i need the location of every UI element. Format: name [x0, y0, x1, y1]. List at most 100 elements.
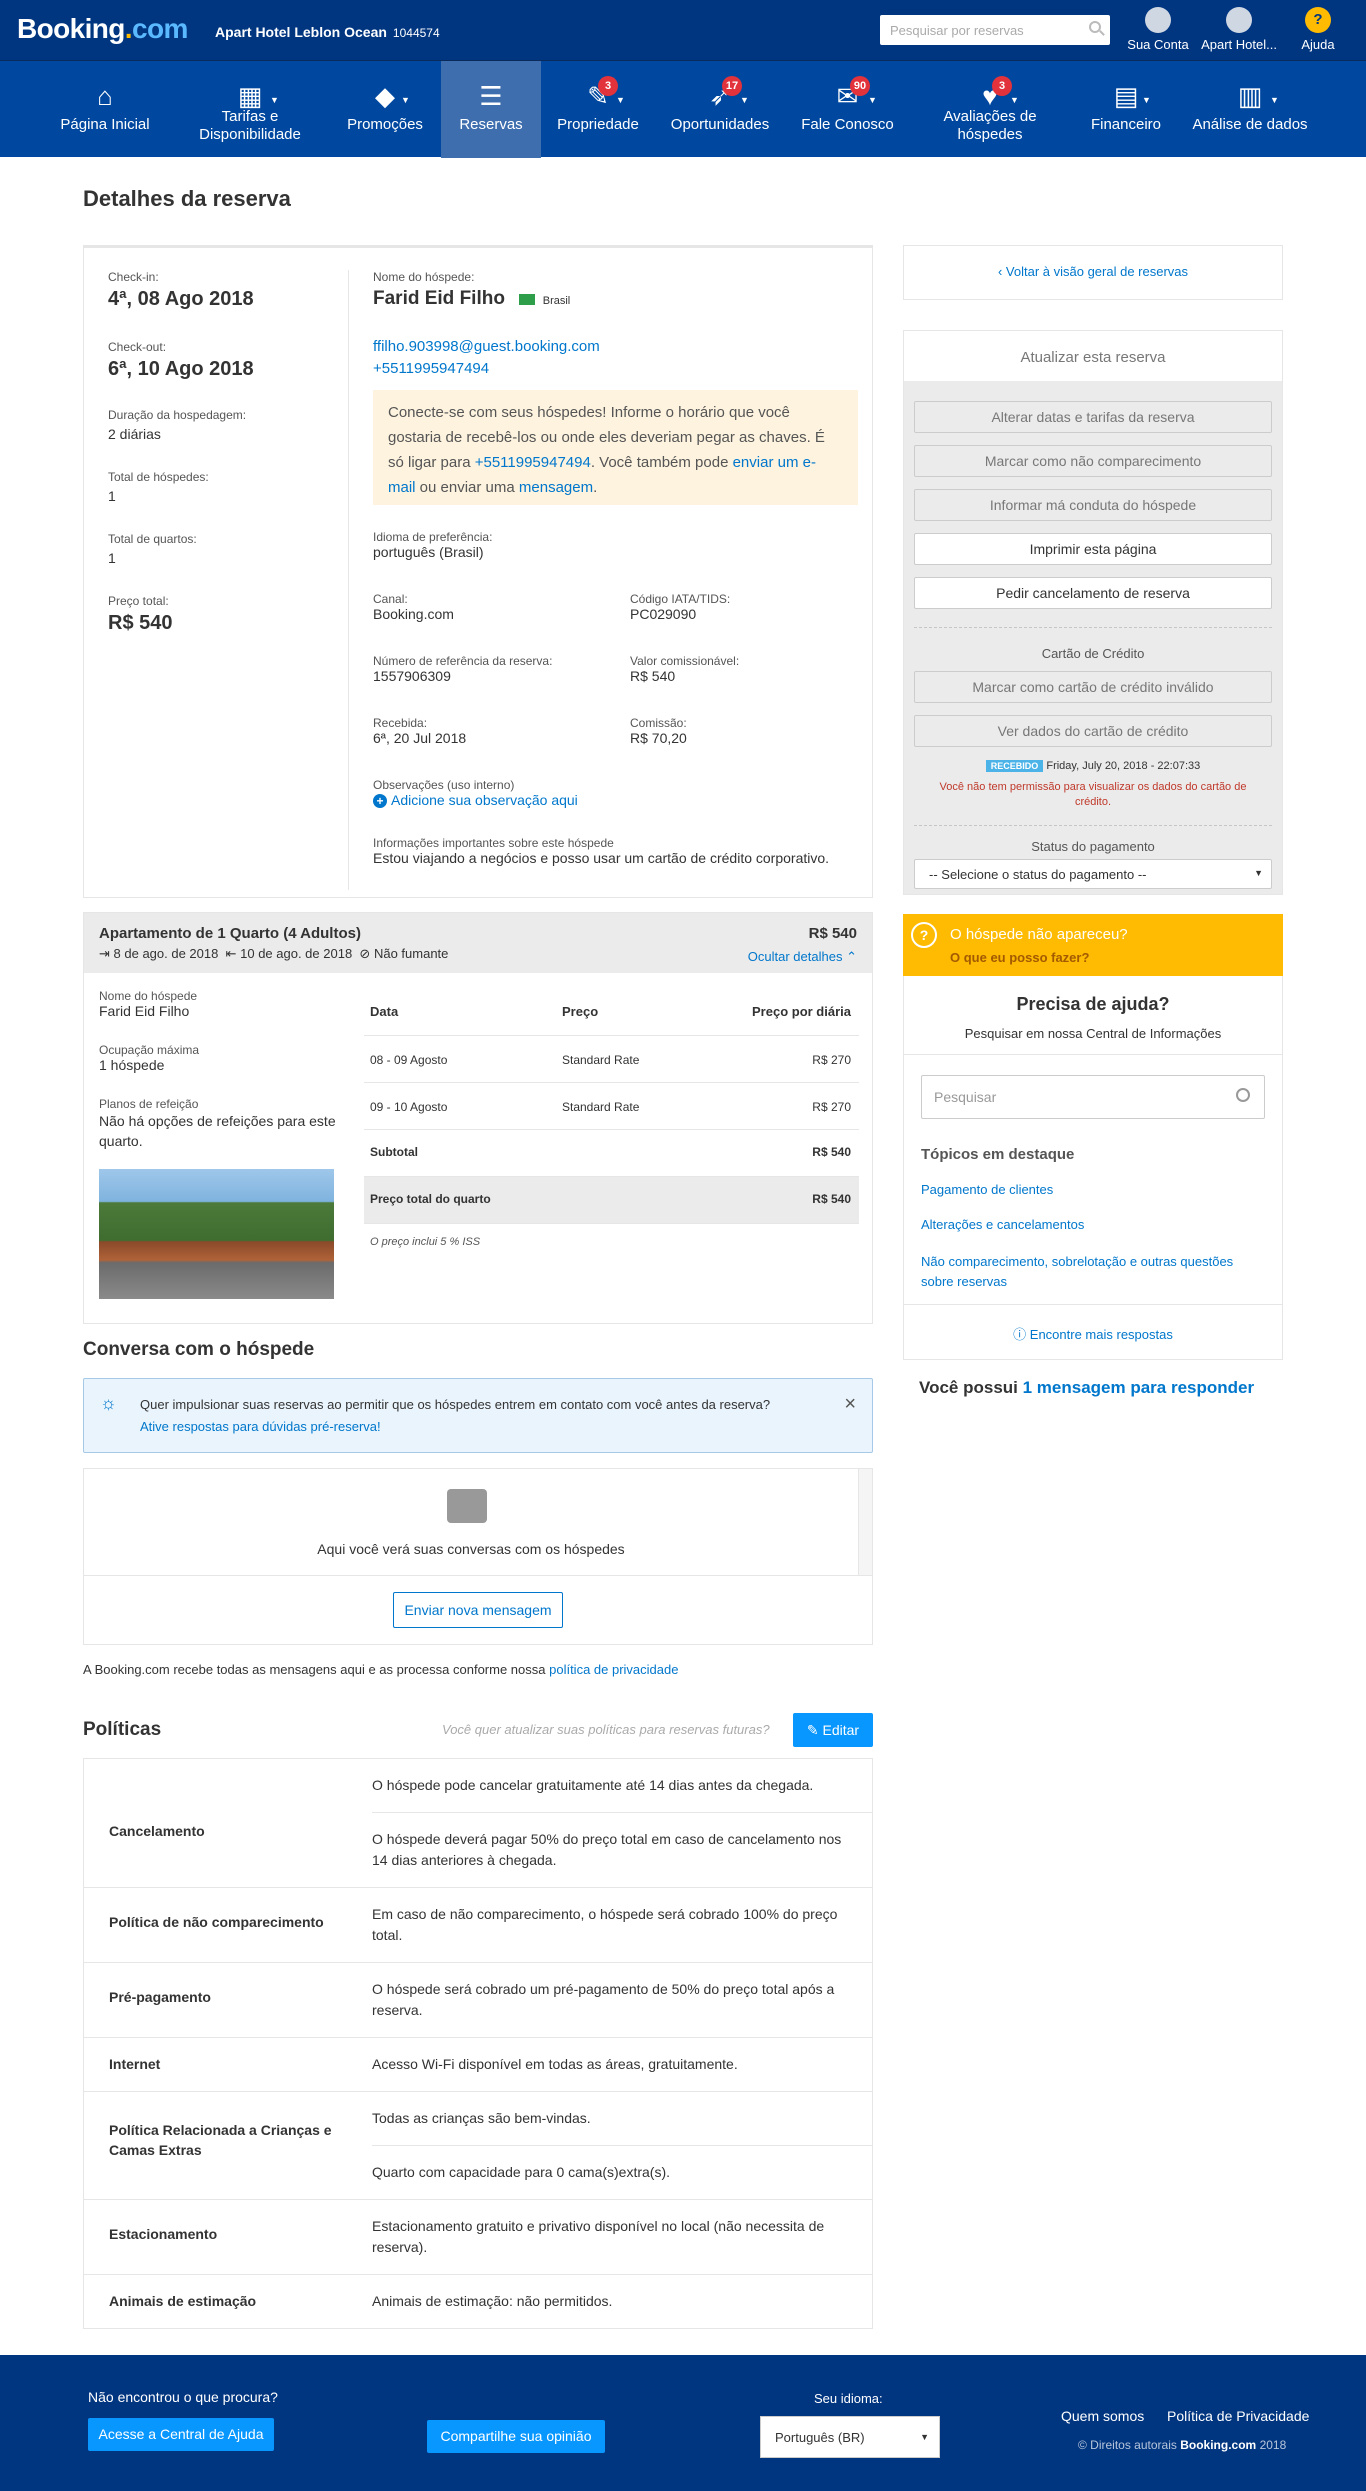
guest-country: Brasil [542, 295, 571, 307]
notice-phone-link[interactable]: +5511995947494 [475, 454, 591, 471]
nav-finance-label: Financeiro [1090, 116, 1162, 133]
room-header: Apartamento de 1 Quarto (4 Adultos) ⇥ 8 … [84, 913, 872, 973]
notice-message-link[interactable]: mensagem [519, 479, 593, 496]
mark-noshow-button[interactable]: Marcar como não comparecimento [914, 445, 1272, 477]
nav-analytics-label: Análise de dados [1192, 116, 1308, 133]
card-received-date: Friday, July 20, 2018 - 22:07:33 [1046, 760, 1201, 772]
mark-card-invalid-button[interactable]: Marcar como cartão de crédito inválido [914, 671, 1272, 703]
commission-value: R$ 70,20 [630, 730, 687, 746]
help-search-input[interactable]: Pesquisar [921, 1075, 1265, 1119]
unread-text: Você possui [919, 1378, 1023, 1397]
send-message-button[interactable]: Enviar nova mensagem [393, 1592, 563, 1628]
calendar-icon: ▦ [237, 81, 263, 111]
chevron-down-icon: ▼ [1254, 868, 1263, 878]
logo-text: Booking [17, 13, 125, 44]
guest-name-block: Nome do hóspede: Farid Eid Filho Brasil [373, 270, 570, 310]
share-feedback-button[interactable]: Compartilhe sua opinião [427, 2420, 605, 2453]
row-rate: Standard Rate [562, 1100, 640, 1114]
hide-details-label: Ocultar detalhes [747, 949, 843, 964]
chevron-down-icon: ▼ [401, 95, 410, 105]
nav-reviews[interactable]: ♥ 3 ▼ Avaliações de hóspedes [920, 61, 1060, 158]
language-select[interactable]: Português (BR) ▼ [760, 2416, 940, 2458]
privacy-text: A Booking.com recebe todas as mensagens … [83, 1662, 550, 1677]
policy-name: Cancelamento [109, 1823, 205, 1839]
unread-messages-link[interactable]: 1 mensagem para responder [1023, 1378, 1254, 1397]
notes-block: Observações (uso interno) + Adicione sua o… [373, 778, 578, 808]
lightbulb-icon: ☼ [100, 1393, 117, 1413]
nav-home-label: Página Inicial [60, 116, 150, 133]
hide-details-link[interactable]: Ocultar detalhes ⌃ [748, 949, 857, 965]
language-label: Idioma de preferência: [373, 530, 493, 544]
change-dates-button[interactable]: Alterar datas e tarifas da reserva [914, 401, 1272, 433]
account-menu[interactable]: Sua Conta [1125, 7, 1191, 52]
edit-policies-button[interactable]: ✎ Editar [793, 1713, 873, 1747]
payment-status-select[interactable]: -- Selecione o status do pagamento -- ▼ [914, 859, 1272, 889]
nav-analytics[interactable]: ▥ ▼ Análise de dados [1185, 61, 1315, 158]
nav-reservations[interactable]: ☰ Reservas [441, 61, 541, 158]
channel-label: Canal: [373, 592, 408, 606]
enable-prebooking-link[interactable]: Ative respostas para dúvidas pré-reserva… [140, 1419, 381, 1434]
nav-rates[interactable]: ▦ ▼ Tarifas e Disponibilidade [180, 61, 320, 158]
contact-guest-notice: Conecte-se com seus hóspedes! Informe o … [373, 390, 858, 505]
nav-contact[interactable]: ✉ 90 ▼ Fale Conosco [790, 61, 905, 158]
meal-block: Planos de refeição Não há opções de refei… [99, 1097, 339, 1151]
booking-logo[interactable]: Booking.com [17, 13, 188, 45]
find-more-answers-link[interactable]: ⓘ Encontre mais respostas [904, 1324, 1282, 1343]
guest-email-link[interactable]: ffilho.903998@guest.booking.com [373, 338, 600, 355]
topic-link-noshow[interactable]: Não comparecimento, sobrelotação e outra… [921, 1252, 1265, 1292]
nav-promotions[interactable]: ◆ ▼ Promoções [335, 61, 435, 158]
divider [904, 1304, 1282, 1305]
total-price-block: Preço total: R$ 540 [108, 594, 173, 635]
guest-phone-link[interactable]: +5511995947494 [373, 360, 489, 377]
status-badge: RECEBIDO [985, 760, 1044, 772]
nav-reviews-label: Avaliações de hóspedes [943, 108, 1037, 143]
policy-text: Acesso Wi-Fi disponível em todas as área… [372, 2056, 738, 2072]
room-photo[interactable] [99, 1169, 334, 1299]
back-to-reservations-link[interactable]: ‹ Voltar à visão geral de reservas [904, 264, 1282, 279]
chevron-down-icon: ▼ [920, 2432, 929, 2442]
bar-chart-icon: ▥ [1237, 81, 1263, 111]
print-page-button[interactable]: Imprimir esta página [914, 533, 1272, 565]
commissionable-block: Valor comissionável: R$ 540 [630, 654, 739, 684]
help-menu[interactable]: ? Ajuda [1290, 7, 1346, 52]
divider [84, 1575, 872, 1576]
nav-finance[interactable]: ▤ ▼ Financeiro [1076, 61, 1176, 158]
departure-icon: ⇤ [225, 946, 237, 961]
pencil-icon: ✎ [806, 1722, 819, 1738]
policy-text: Quarto com capacidade para 0 cama(s)extr… [372, 2164, 671, 2180]
reservation-search-input[interactable]: Pesquisar por reservas [880, 15, 1110, 45]
column-header: Data [370, 1004, 399, 1019]
about-link[interactable]: Quem somos [1061, 2408, 1144, 2424]
page-title: Detalhes da reserva [83, 186, 291, 211]
scrollbar[interactable] [858, 1469, 872, 1575]
policy-sub-row: Todas as crianças são bem-vindas. [372, 2092, 872, 2146]
help-center-button[interactable]: Acesse a Central de Ajuda [88, 2418, 274, 2451]
view-card-button[interactable]: Ver dados do cartão de crédito [914, 715, 1272, 747]
room-guest: Farid Eid Filho [99, 1003, 190, 1019]
chevron-down-icon: ▼ [1270, 95, 1279, 105]
topic-link-changes[interactable]: Alterações e cancelamentos [921, 1217, 1084, 1232]
logo-com: com [131, 13, 188, 44]
nav-home[interactable]: ⌂ Página Inicial [45, 61, 165, 158]
row-amount: R$ 270 [812, 1100, 851, 1114]
privacy-link[interactable]: Política de Privacidade [1167, 2408, 1309, 2424]
no-smoking-icon: ⊘ [359, 946, 371, 961]
nav-property[interactable]: ✎ 3 ▼ Propriedade [548, 61, 648, 158]
user-icon [1145, 7, 1171, 33]
nav-opportunities[interactable]: ➶ 17 ▼ Oportunidades [660, 61, 780, 158]
guests-label: Total de hóspedes: [108, 470, 209, 484]
report-misconduct-button[interactable]: Informar má conduta do hóspede [914, 489, 1272, 521]
nav-rates-label: Tarifas e Disponibilidade [199, 108, 301, 143]
property-menu[interactable]: Apart Hotel... [1196, 7, 1282, 52]
request-cancellation-button[interactable]: Pedir cancelamento de reserva [914, 577, 1272, 609]
chevron-down-icon: ▼ [1142, 95, 1151, 105]
notification-badge: 3 [598, 76, 618, 96]
table-row: 08 - 09 Agosto Standard Rate R$ 270 [364, 1036, 859, 1083]
close-icon[interactable]: × [844, 1393, 856, 1416]
privacy-policy-link[interactable]: política de privacidade [549, 1662, 678, 1677]
brazil-flag-icon [518, 294, 535, 305]
topic-link-payment[interactable]: Pagamento de clientes [921, 1182, 1053, 1197]
add-note-link[interactable]: + Adicione sua observação aqui [373, 792, 578, 808]
home-icon: ⌂ [97, 81, 113, 111]
noshow-what-to-do-link[interactable]: O que eu posso fazer? [950, 950, 1089, 965]
